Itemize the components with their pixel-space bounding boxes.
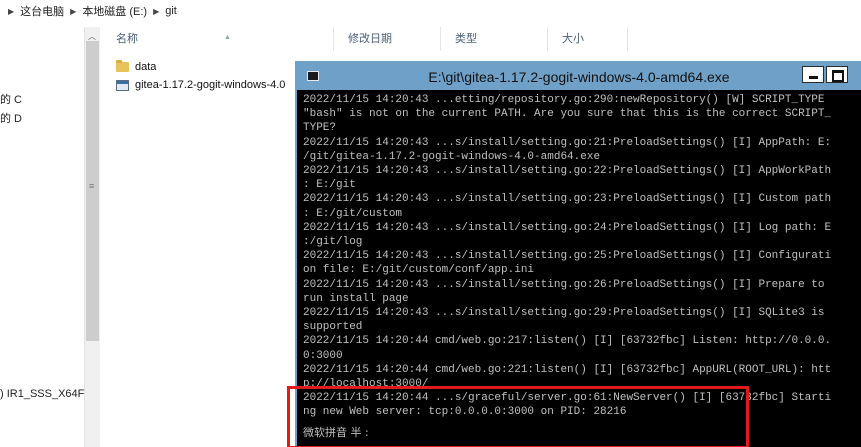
nav-item-drive-c[interactable]: 的 C <box>0 91 22 107</box>
console-line: 2022/11/15 14:20:43 ...s/install/setting… <box>303 136 832 149</box>
column-modified-date[interactable]: 修改日期 <box>334 27 441 51</box>
nav-item-drive-d[interactable]: 的 D <box>0 110 22 126</box>
console-line: 2022/11/15 14:20:44 cmd/web.go:221:liste… <box>303 363 832 376</box>
console-line: : E:/git <box>303 179 356 192</box>
console-line: run install page <box>303 292 409 305</box>
console-title: E:\git\gitea-1.17.2-gogit-windows-4.0-am… <box>428 69 730 85</box>
nav-scrollbar[interactable]: ︿ ≡ <box>84 27 100 447</box>
console-line: "bash" is not on the current PATH. Are y… <box>303 108 832 121</box>
console-line: : E:/git/custom <box>303 207 403 220</box>
highlight-annotation-box <box>287 386 749 447</box>
chevron-right-icon: ▶ <box>70 6 77 16</box>
console-line: 2022/11/15 14:20:43 ...s/install/setting… <box>303 165 832 178</box>
column-size-label: 大小 <box>562 33 584 45</box>
list-item[interactable]: data <box>116 58 156 76</box>
console-line: 2022/11/15 14:20:43 ...s/install/setting… <box>303 278 825 291</box>
breadcrumb-local-disk[interactable]: 本地磁盘 (E:) <box>82 3 147 19</box>
console-line: 2022/11/15 14:20:43 ...etting/repository… <box>303 94 825 106</box>
console-line: :/git/log <box>303 236 363 249</box>
column-size[interactable]: 大小 <box>548 27 628 51</box>
console-line: 2022/11/15 14:20:43 ...s/install/setting… <box>303 193 832 206</box>
file-name: gitea-1.17.2-gogit-windows-4.0 <box>135 79 286 91</box>
console-line: 2022/11/15 14:20:43 ...s/install/setting… <box>303 250 832 263</box>
column-name[interactable]: 名称 ▲ <box>102 27 334 51</box>
column-modified-date-label: 修改日期 <box>348 33 392 45</box>
console-line: on file: E:/git/custom/conf/app.ini <box>303 264 535 277</box>
address-bar[interactable]: ▶ 这台电脑 ▶ 本地磁盘 (E:) ▶ git <box>0 0 861 22</box>
console-line: TYPE? <box>303 122 337 135</box>
console-line: 2022/11/15 14:20:43 ...s/install/setting… <box>303 307 825 320</box>
breadcrumb-this-pc[interactable]: 这台电脑 <box>20 3 64 19</box>
column-header-row: 名称 ▲ 修改日期 类型 大小 <box>102 27 628 51</box>
console-line: 2022/11/15 14:20:43 ...s/install/setting… <box>303 221 832 234</box>
breadcrumb-git[interactable]: git <box>165 5 177 17</box>
exe-icon <box>116 79 129 91</box>
sort-ascending-icon: ▲ <box>224 34 231 41</box>
maximize-button[interactable] <box>826 66 848 83</box>
chevron-right-icon: ▶ <box>8 6 15 16</box>
column-type-label: 类型 <box>455 33 477 45</box>
column-name-label: 名称 <box>116 33 138 45</box>
file-name: data <box>135 61 157 73</box>
console-line: supported <box>303 321 363 334</box>
console-line: 2022/11/15 14:20:44 cmd/web.go:217:liste… <box>303 335 832 348</box>
console-line: 0:3000 <box>303 349 343 362</box>
navigation-pane: 的 C 的 D ) IR1_SSS_X64FR <box>0 22 92 447</box>
folder-icon <box>116 60 129 72</box>
console-line: /git/gitea-1.17.2-gogit-windows-4.0-amd6… <box>303 150 601 163</box>
console-titlebar[interactable]: E:\git\gitea-1.17.2-gogit-windows-4.0-am… <box>297 63 861 90</box>
scrollbar-thumb[interactable]: ≡ <box>86 41 99 341</box>
column-type[interactable]: 类型 <box>441 27 548 51</box>
nav-item-drive-dvd[interactable]: ) IR1_SSS_X64FR <box>0 388 92 400</box>
grip-icon: ≡ <box>89 181 95 191</box>
list-item[interactable]: gitea-1.17.2-gogit-windows-4.0 <box>116 76 285 94</box>
chevron-right-icon: ▶ <box>153 6 160 16</box>
minimize-button[interactable] <box>802 66 824 83</box>
